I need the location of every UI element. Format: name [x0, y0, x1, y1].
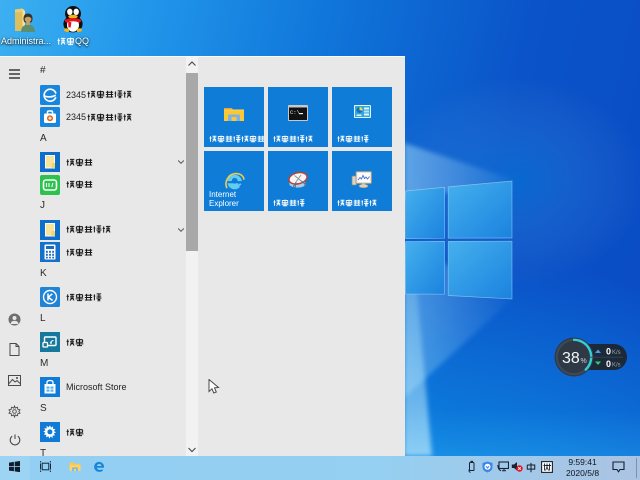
svg-text:0: 0 — [606, 347, 611, 357]
svg-text:%: % — [581, 358, 587, 365]
svg-text:K/s: K/s — [612, 363, 621, 369]
svg-text:38: 38 — [562, 350, 580, 367]
svg-text:K/s: K/s — [612, 350, 621, 356]
svg-text:0: 0 — [606, 359, 611, 369]
svg-text:C:\: C:\ — [290, 109, 300, 116]
